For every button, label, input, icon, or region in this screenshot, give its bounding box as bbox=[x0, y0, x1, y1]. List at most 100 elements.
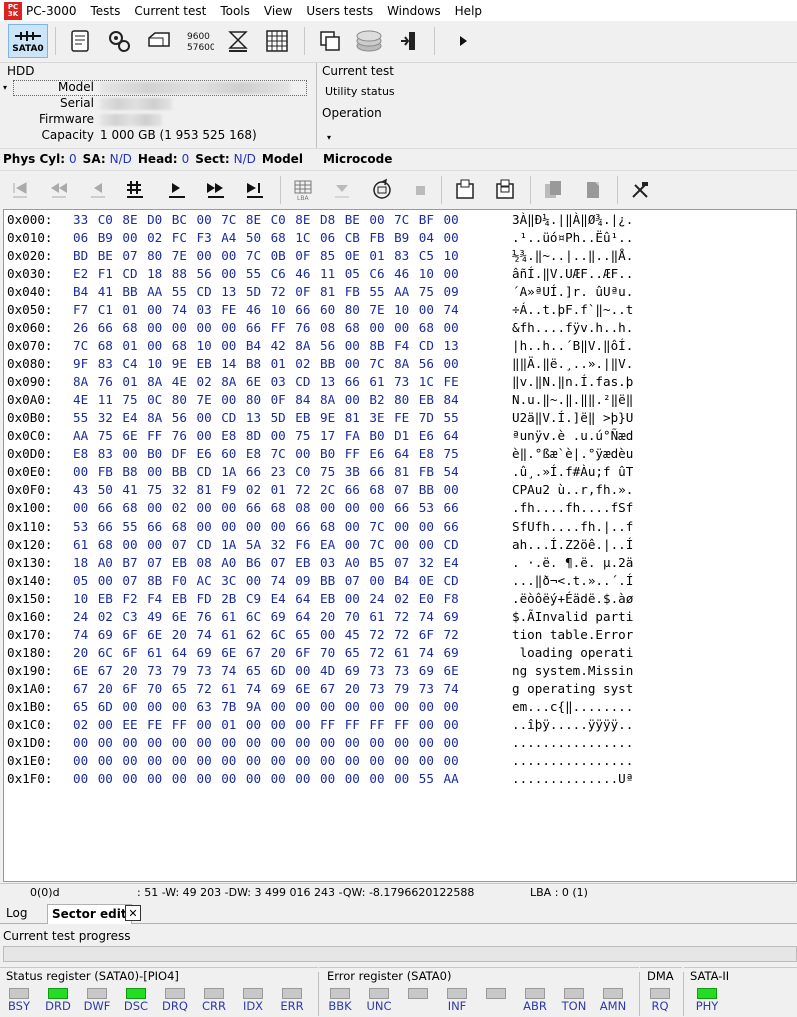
hex-byte[interactable]: B0 bbox=[369, 427, 384, 445]
hex-byte[interactable]: BB bbox=[320, 355, 335, 373]
prev-sector-button[interactable] bbox=[83, 174, 113, 206]
hex-byte[interactable]: 00 bbox=[73, 770, 88, 788]
hex-byte[interactable]: 00 bbox=[221, 247, 236, 265]
hex-byte[interactable]: FF bbox=[271, 319, 286, 337]
hex-byte[interactable]: 00 bbox=[444, 265, 459, 283]
hex-byte[interactable]: 00 bbox=[197, 716, 212, 734]
hex-byte[interactable]: 69 bbox=[271, 680, 286, 698]
hex-byte[interactable]: 9E bbox=[172, 355, 187, 373]
prev-fast-button[interactable] bbox=[44, 174, 74, 206]
hex-byte[interactable]: B9 bbox=[394, 229, 409, 247]
hex-byte[interactable]: 24 bbox=[73, 608, 88, 626]
hex-byte[interactable]: 68 bbox=[271, 499, 286, 517]
hex-byte[interactable]: 9E bbox=[320, 409, 335, 427]
hex-byte[interactable]: 10 bbox=[394, 301, 409, 319]
hex-byte[interactable]: 00 bbox=[246, 572, 261, 590]
hex-byte[interactable]: CD bbox=[197, 283, 212, 301]
hex-byte[interactable]: 67 bbox=[320, 680, 335, 698]
close-tab-icon[interactable]: ✕ bbox=[125, 905, 141, 921]
hex-byte[interactable]: 18 bbox=[73, 554, 88, 572]
hex-byte[interactable]: 01 bbox=[122, 373, 137, 391]
hex-byte[interactable]: 8A bbox=[394, 355, 409, 373]
copy-button[interactable] bbox=[538, 174, 568, 206]
drive-button[interactable] bbox=[141, 24, 177, 58]
hex-byte[interactable]: 63 bbox=[197, 698, 212, 716]
hex-byte[interactable]: 72 bbox=[295, 481, 310, 499]
hex-byte[interactable]: FB bbox=[369, 229, 384, 247]
hex-byte[interactable]: 8B bbox=[369, 337, 384, 355]
lba-down-button[interactable] bbox=[327, 174, 357, 206]
hex-byte[interactable]: 74 bbox=[172, 301, 187, 319]
hex-editor-view[interactable]: 0x000: 33 C0 8E D0 BC 00 7C 8E C0 8E D8 BE 00 7C BF 00 3À… bbox=[3, 209, 797, 882]
hex-byte[interactable]: 76 bbox=[98, 373, 113, 391]
hex-byte[interactable]: 66 bbox=[369, 463, 384, 481]
hex-byte[interactable]: 66 bbox=[246, 463, 261, 481]
hex-byte[interactable]: A4 bbox=[221, 229, 236, 247]
hex-byte[interactable]: 01 bbox=[221, 716, 236, 734]
hex-byte[interactable]: 17 bbox=[320, 427, 335, 445]
hex-byte[interactable]: 02 bbox=[147, 229, 162, 247]
hex-byte[interactable]: 79 bbox=[394, 680, 409, 698]
hex-byte[interactable]: B2 bbox=[369, 391, 384, 409]
hex-byte[interactable]: 76 bbox=[295, 319, 310, 337]
hex-byte[interactable]: 6C bbox=[246, 608, 261, 626]
hex-byte[interactable]: 46 bbox=[246, 301, 261, 319]
hex-byte[interactable]: 61 bbox=[394, 644, 409, 662]
hex-byte[interactable]: 03 bbox=[271, 373, 286, 391]
hex-byte[interactable]: 00 bbox=[271, 716, 286, 734]
hex-byte[interactable]: 6E bbox=[246, 373, 261, 391]
power-button[interactable] bbox=[220, 24, 256, 58]
hex-byte[interactable]: E8 bbox=[221, 427, 236, 445]
hex-byte[interactable]: 00 bbox=[369, 770, 384, 788]
hex-byte[interactable]: 6E bbox=[295, 680, 310, 698]
hex-byte[interactable]: 00 bbox=[394, 752, 409, 770]
hex-byte[interactable]: 3C bbox=[221, 572, 236, 590]
hex-byte[interactable]: 80 bbox=[394, 391, 409, 409]
hex-byte[interactable]: C6 bbox=[271, 265, 286, 283]
hex-ascii[interactable]: N.u.‖~.‖.‖‖.²‖ë‖ bbox=[512, 391, 633, 409]
hex-byte[interactable]: BE bbox=[345, 211, 360, 229]
hex-byte[interactable]: BB bbox=[172, 463, 187, 481]
hex-byte[interactable]: 1A bbox=[221, 536, 236, 554]
hex-byte[interactable]: 61 bbox=[73, 536, 88, 554]
hex-byte[interactable]: 06 bbox=[320, 229, 335, 247]
hex-byte[interactable]: EB bbox=[419, 391, 434, 409]
hex-byte[interactable]: 00 bbox=[122, 752, 137, 770]
hex-byte[interactable]: 0B bbox=[271, 247, 286, 265]
hex-byte[interactable]: F4 bbox=[147, 590, 162, 608]
hex-byte[interactable]: 00 bbox=[147, 752, 162, 770]
menu-current-test[interactable]: Current test bbox=[134, 4, 206, 18]
hex-byte[interactable]: E4 bbox=[122, 409, 137, 427]
hex-byte[interactable]: 00 bbox=[444, 355, 459, 373]
grid-button[interactable] bbox=[259, 24, 295, 58]
hex-byte[interactable]: A0 bbox=[345, 554, 360, 572]
hex-byte[interactable]: 10 bbox=[197, 337, 212, 355]
hex-byte[interactable]: 6F bbox=[419, 626, 434, 644]
hex-byte[interactable]: 00 bbox=[197, 427, 212, 445]
hex-byte[interactable]: F9 bbox=[221, 481, 236, 499]
hex-byte[interactable]: 18 bbox=[147, 265, 162, 283]
hex-byte[interactable]: AA bbox=[444, 770, 459, 788]
hex-byte[interactable]: 20 bbox=[271, 644, 286, 662]
hex-byte[interactable]: 69 bbox=[271, 608, 286, 626]
hex-byte[interactable]: 88 bbox=[172, 265, 187, 283]
hex-byte[interactable]: E8 bbox=[73, 445, 88, 463]
hex-byte[interactable]: 53 bbox=[73, 518, 88, 536]
hex-byte[interactable]: 66 bbox=[295, 518, 310, 536]
paste-button[interactable] bbox=[578, 174, 608, 206]
hex-byte[interactable]: FB bbox=[419, 463, 434, 481]
hex-byte[interactable]: 32 bbox=[98, 409, 113, 427]
hex-byte[interactable]: 13 bbox=[320, 373, 335, 391]
hex-byte[interactable]: C9 bbox=[246, 590, 261, 608]
hex-byte[interactable]: B9 bbox=[98, 229, 113, 247]
hex-byte[interactable]: FF bbox=[147, 427, 162, 445]
hex-byte[interactable]: 00 bbox=[271, 734, 286, 752]
hex-byte[interactable]: 55 bbox=[246, 265, 261, 283]
hex-byte[interactable]: 69 bbox=[444, 644, 459, 662]
hex-byte[interactable]: 72 bbox=[394, 626, 409, 644]
hex-byte[interactable]: FF bbox=[345, 445, 360, 463]
hex-byte[interactable]: 00 bbox=[369, 752, 384, 770]
hex-byte[interactable]: 20 bbox=[122, 662, 137, 680]
hex-byte[interactable]: 00 bbox=[394, 770, 409, 788]
hex-byte[interactable]: FA bbox=[345, 427, 360, 445]
